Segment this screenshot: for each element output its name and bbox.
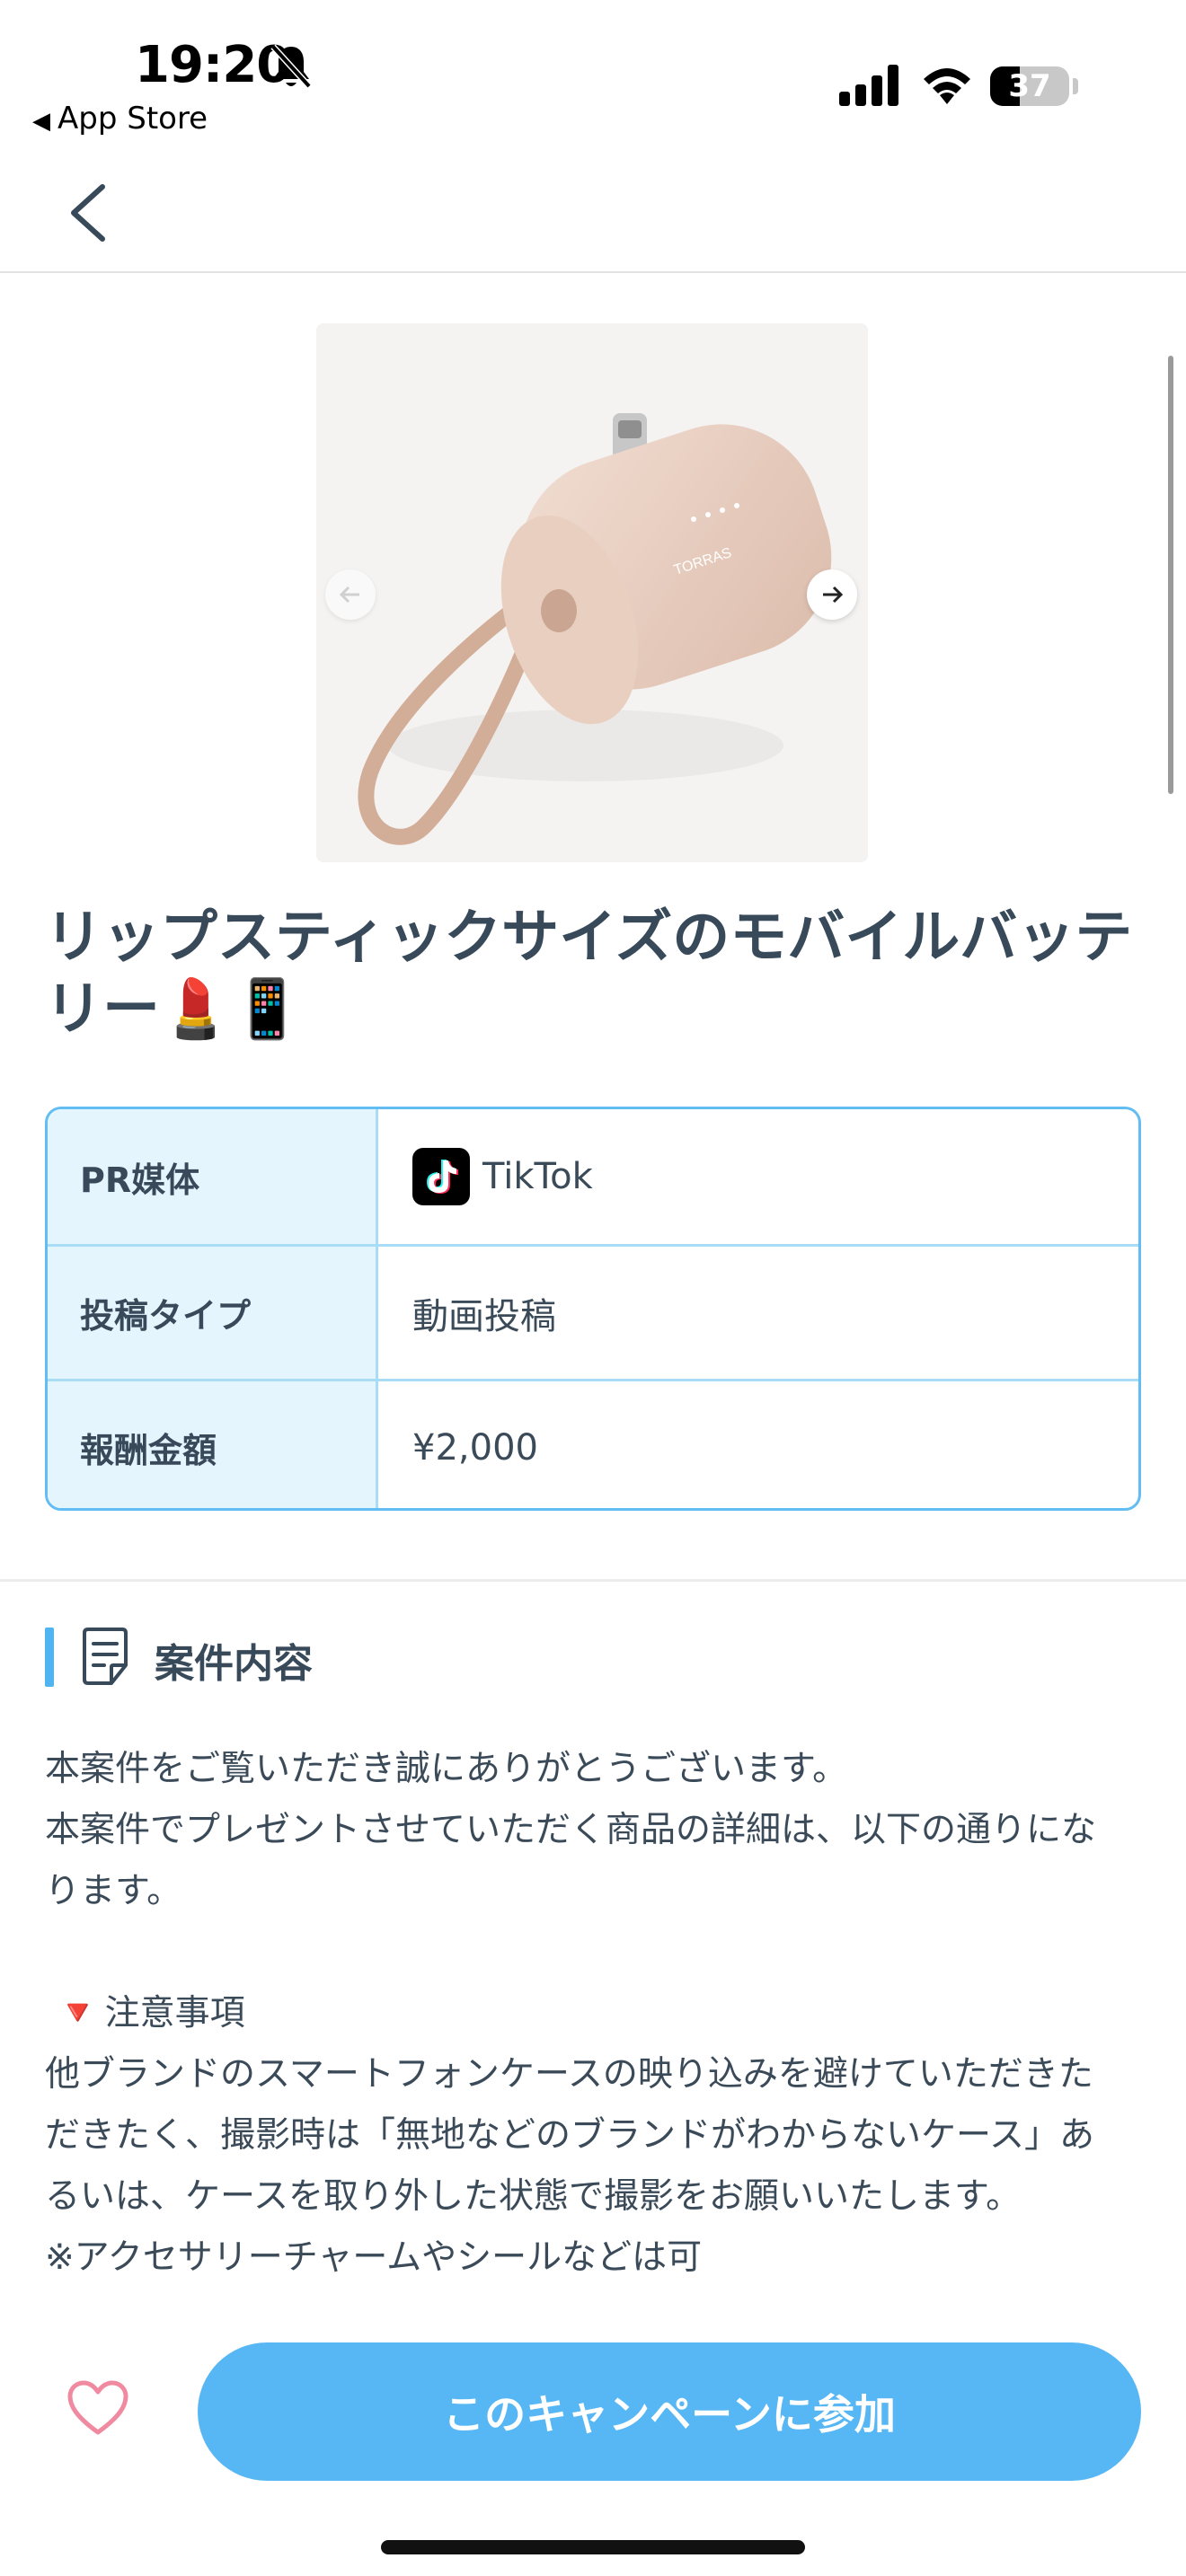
back-to-app-store[interactable]: ◀ App Store: [32, 101, 208, 137]
info-row-post-type: 投稿タイプ 動画投稿: [48, 1244, 1138, 1379]
description-line: だきたく、撮影時は「無地などのブランドがわからないケース」あ: [45, 2115, 1095, 2156]
campaign-info-table: PR媒体 TikTok 投稿タイプ 動画投稿 報酬金額 ¥2,000: [45, 1107, 1141, 1511]
carousel-next-button[interactable]: [807, 569, 857, 620]
power-bank-illustration: TORRAS: [316, 323, 868, 862]
battery-icon: 37: [990, 66, 1069, 106]
notice-heading-label: 注意事項: [104, 1993, 245, 2033]
back-triangle-icon: ◀: [32, 108, 50, 135]
description-line: 本案件をご覧いただき誠にありがとうございます。: [45, 1749, 848, 1789]
info-row-reward: 報酬金額 ¥2,000: [48, 1379, 1138, 1508]
notice-heading: 🔻 注意事項: [45, 1983, 1143, 2044]
back-app-label: App Store: [58, 101, 208, 137]
bell-slash-icon: [270, 44, 312, 89]
nav-bar: [0, 144, 1186, 273]
section-accent-bar: [45, 1628, 54, 1687]
media-name: TikTok: [482, 1156, 593, 1197]
home-indicator: [381, 2540, 805, 2554]
scroll-indicator: [1168, 356, 1173, 794]
carousel-prev-button[interactable]: [325, 569, 376, 620]
info-label: 報酬金額: [48, 1381, 378, 1508]
red-triangle-icon: 🔻: [56, 1993, 100, 2033]
info-label: 投稿タイプ: [48, 1247, 378, 1379]
back-chevron-icon[interactable]: [63, 181, 113, 244]
info-value: 動画投稿: [412, 1295, 556, 1337]
description-line: ります。: [45, 1871, 182, 1911]
product-image[interactable]: TORRAS: [316, 323, 868, 862]
heart-icon[interactable]: [66, 2380, 129, 2436]
description-line: るいは、ケースを取り外した状態で撮影をお願いいたします。: [45, 2176, 1022, 2217]
battery-cap: [1073, 78, 1078, 94]
document-icon: [83, 1628, 128, 1685]
description-line: 他ブランドのスマートフォンケースの映り込みを避けていただきた: [45, 2054, 1093, 2095]
status-time: 19:20: [135, 36, 291, 94]
description-line: ※アクセサリーチャームやシールなどは可: [45, 2237, 703, 2278]
section-title: 案件内容: [155, 1641, 313, 1687]
info-value: TikTok: [378, 1109, 1138, 1244]
info-value: ¥2,000: [412, 1426, 538, 1469]
tiktok-icon: [412, 1148, 470, 1205]
product-title: リップスティックサイズのモバイルバッテリー💄📱: [45, 904, 1133, 1043]
info-row-media: PR媒体 TikTok: [48, 1109, 1138, 1244]
section-divider: [0, 1579, 1186, 1582]
battery-level: 37: [1008, 68, 1051, 104]
join-campaign-button[interactable]: このキャンペーンに参加: [198, 2342, 1141, 2481]
cellular-signal-icon: [839, 65, 898, 106]
info-label: PR媒体: [48, 1109, 378, 1244]
status-bar: 19:20 ◀ App Store 37: [0, 0, 1186, 144]
wifi-icon: [924, 68, 970, 104]
campaign-description: 本案件をご覧いただき誠にありがとうございます。 本案件でプレゼントさせていただく…: [45, 1739, 1143, 2289]
description-line: 本案件でプレゼントさせていただく商品の詳細は、以下の通りにな: [45, 1810, 1097, 1850]
description-blank-line: [45, 1922, 1143, 1983]
